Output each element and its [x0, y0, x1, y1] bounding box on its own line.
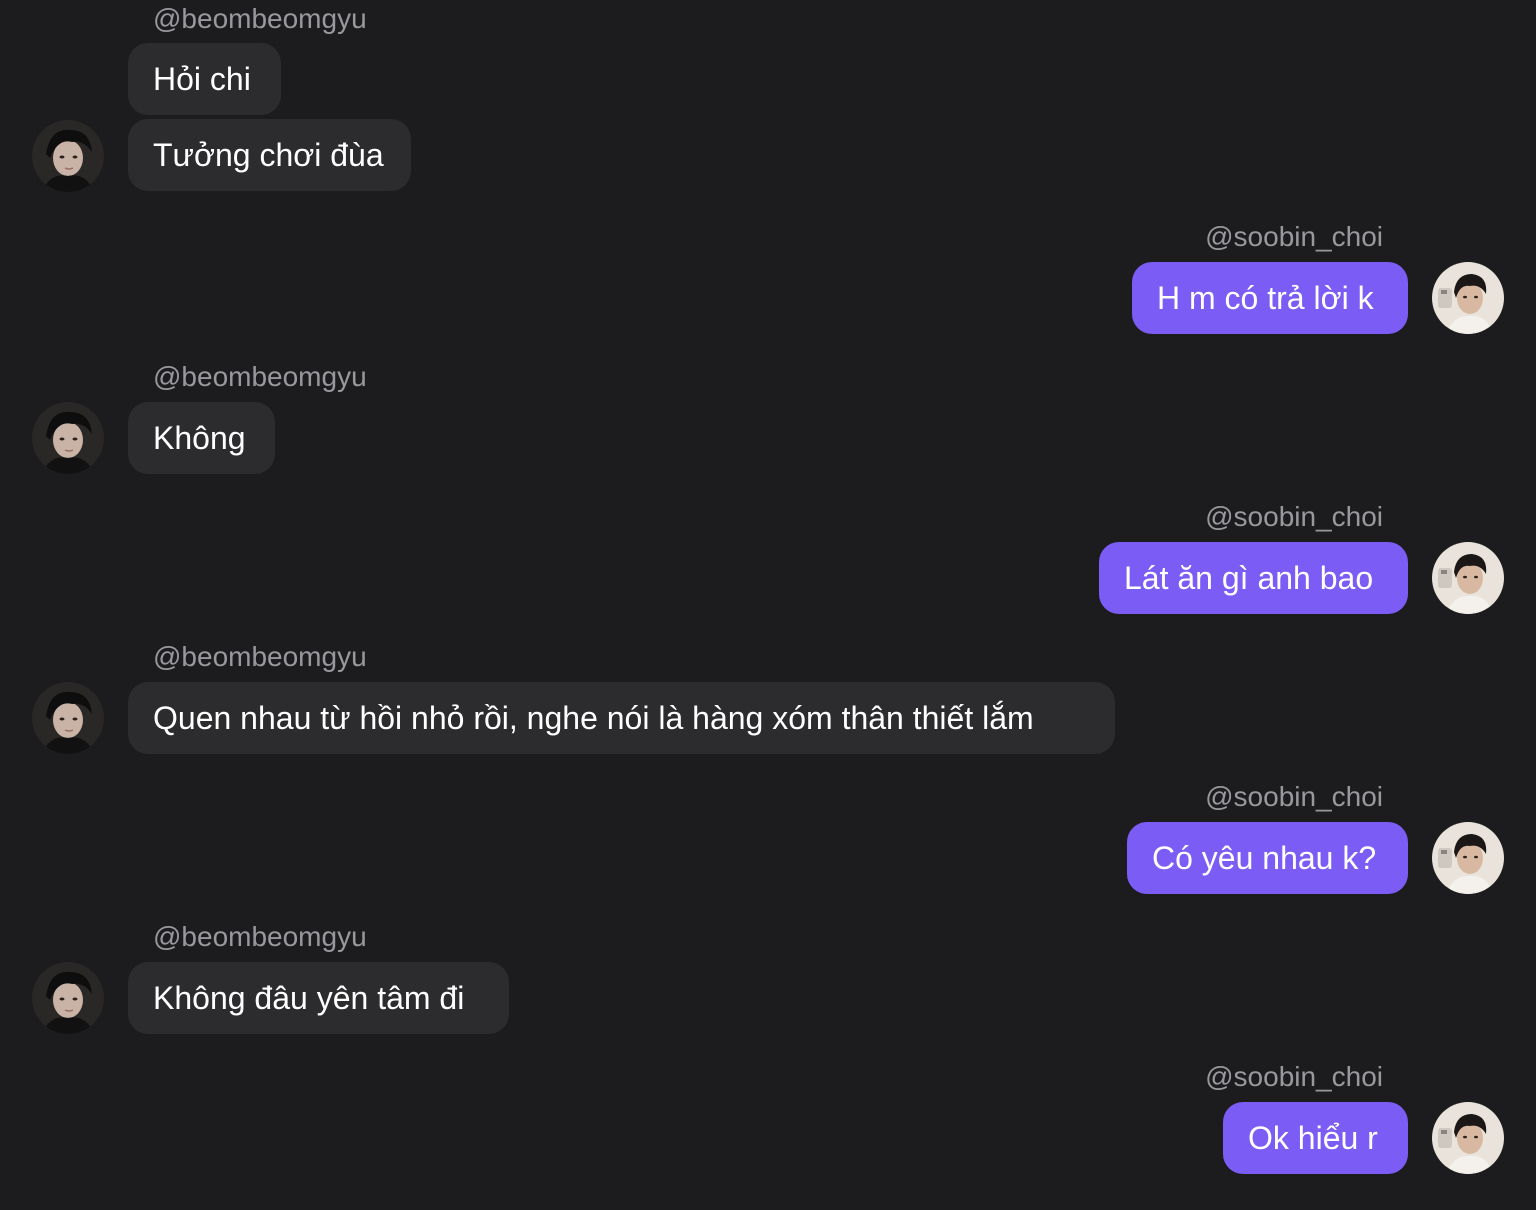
profile-photo-icon: [32, 682, 104, 754]
sender-name: @soobin_choi: [1205, 781, 1383, 812]
message-bubble-incoming[interactable]: Hỏi chi: [128, 43, 281, 115]
chat-thread[interactable]: @beombeomgyu Hỏi chi Tưởng chơi đùa @soo…: [0, 0, 1536, 1210]
sender-name: @beombeomgyu: [153, 361, 367, 392]
avatar-beombeomgyu[interactable]: [32, 682, 104, 754]
sender-name: @beombeomgyu: [153, 921, 367, 952]
message-bubble-outgoing[interactable]: Có yêu nhau k?: [1127, 822, 1408, 894]
avatar-soobin_choi[interactable]: [1432, 262, 1504, 334]
avatar-beombeomgyu[interactable]: [32, 962, 104, 1034]
message-bubble-outgoing[interactable]: Ok hiểu r: [1223, 1102, 1408, 1174]
sender-name: @beombeomgyu: [153, 641, 367, 672]
message-bubble-incoming[interactable]: Không: [128, 402, 275, 474]
profile-photo-icon: [1432, 1102, 1504, 1174]
profile-photo-icon: [32, 402, 104, 474]
message-bubble-incoming[interactable]: Không đâu yên tâm đi: [128, 962, 509, 1034]
profile-photo-icon: [1432, 542, 1504, 614]
sender-name: @soobin_choi: [1205, 501, 1383, 532]
message-bubble-outgoing[interactable]: Lát ăn gì anh bao: [1099, 542, 1408, 614]
message-bubble-incoming[interactable]: Quen nhau từ hồi nhỏ rồi, nghe nói là hà…: [128, 682, 1115, 754]
avatar-soobin_choi[interactable]: [1432, 542, 1504, 614]
profile-photo-icon: [32, 120, 104, 192]
sender-name: @soobin_choi: [1205, 1061, 1383, 1092]
message-bubble-incoming[interactable]: Tưởng chơi đùa: [128, 119, 411, 191]
avatar-soobin_choi[interactable]: [1432, 1102, 1504, 1174]
avatar-beombeomgyu[interactable]: [32, 120, 104, 192]
profile-photo-icon: [1432, 262, 1504, 334]
avatar-beombeomgyu[interactable]: [32, 402, 104, 474]
sender-name: @beombeomgyu: [153, 3, 367, 34]
profile-photo-icon: [1432, 822, 1504, 894]
sender-name: @soobin_choi: [1205, 221, 1383, 252]
message-bubble-outgoing[interactable]: H m có trả lời k: [1132, 262, 1408, 334]
profile-photo-icon: [32, 962, 104, 1034]
avatar-soobin_choi[interactable]: [1432, 822, 1504, 894]
